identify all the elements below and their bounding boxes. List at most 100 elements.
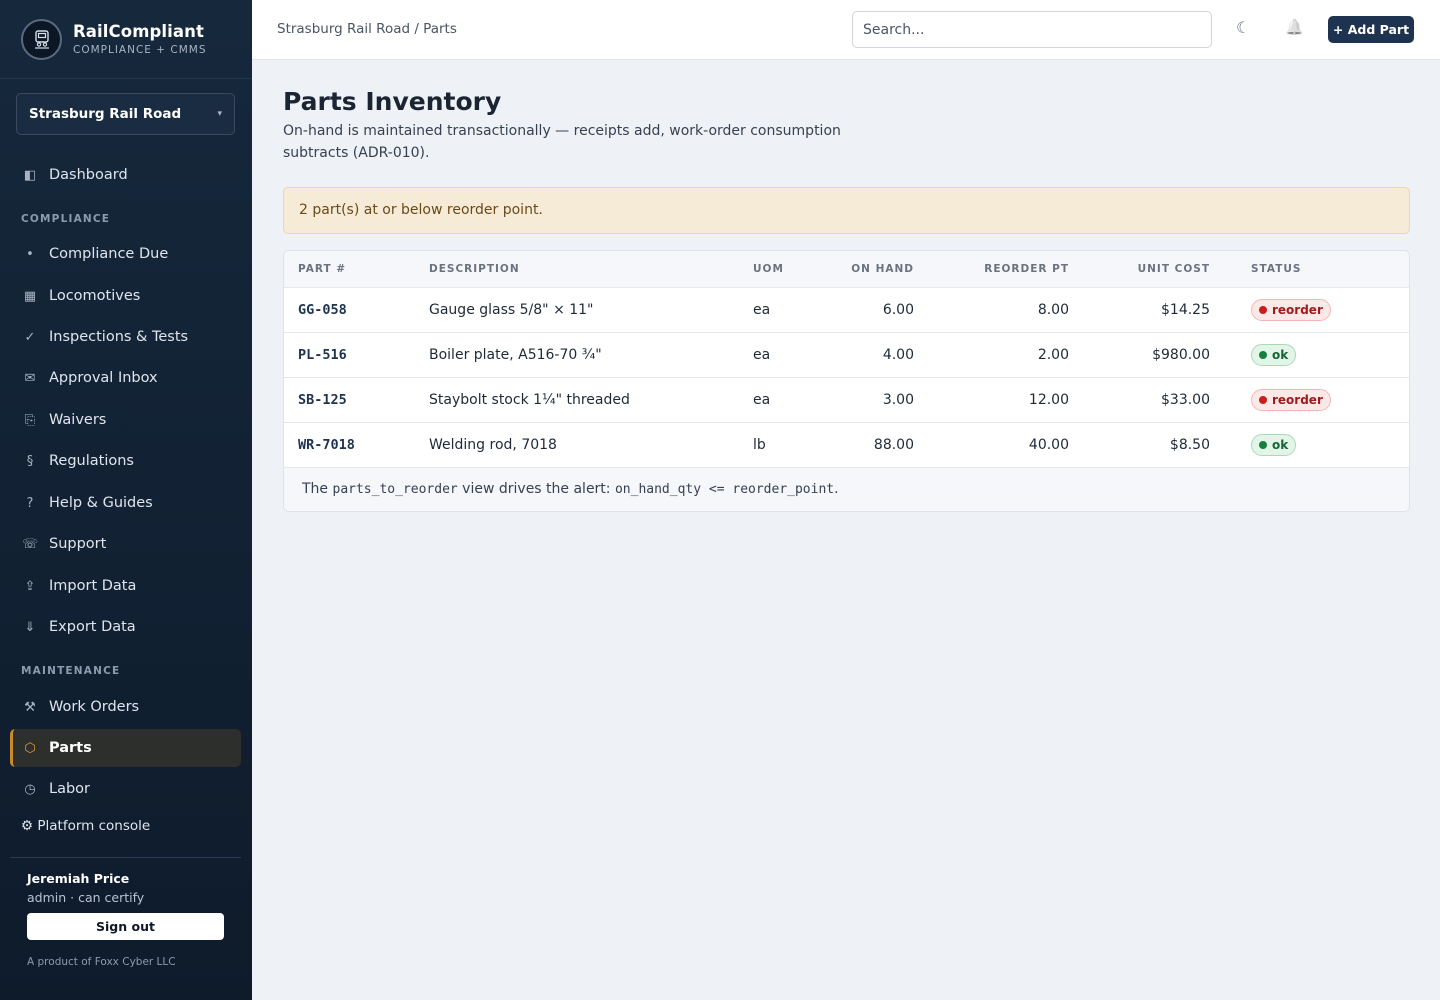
status-badge: ok	[1251, 433, 1297, 456]
status-badge: reorder	[1251, 388, 1331, 411]
nav-item-label: Compliance Due	[49, 246, 169, 262]
part-uom: ea	[739, 287, 819, 333]
part-on-hand: 88.00	[819, 422, 928, 468]
nav-item-compliance-due[interactable]: • Compliance Due	[10, 235, 241, 273]
status-dot-icon	[1259, 395, 1267, 404]
document-icon: ⎘	[24, 412, 36, 428]
nav-item-labor[interactable]: ◷ Labor	[10, 770, 241, 808]
status-label: ok	[1272, 437, 1289, 452]
nav-item-regulations[interactable]: § Regulations	[10, 442, 241, 480]
part-unit-cost: $33.00	[1083, 377, 1224, 423]
status-badge: ok	[1251, 343, 1297, 366]
sign-out-button[interactable]: Sign out	[27, 913, 224, 940]
part-reorder-point: 12.00	[928, 377, 1083, 423]
bell-icon[interactable]: 🔔	[1285, 18, 1304, 36]
column-header[interactable]: REORDER PT	[928, 251, 1083, 288]
nav-item-parts[interactable]: ⬡ Parts	[10, 729, 241, 767]
nav-item-label: Inspections & Tests	[49, 329, 189, 345]
user-panel: Jeremiah Price admin · can certify Sign …	[10, 857, 241, 968]
footer-text: .	[834, 480, 839, 497]
table-row[interactable]: PL-516 Boiler plate, A516-70 ¾" ea 4.00 …	[284, 332, 1409, 378]
column-header[interactable]: STATUS	[1224, 251, 1409, 288]
topbar: Strasburg Rail Road / Parts ☾ 🔔 + Add Pa…	[252, 0, 1440, 60]
part-on-hand: 6.00	[819, 287, 928, 333]
part-unit-cost: $8.50	[1083, 422, 1224, 468]
nav-item-support[interactable]: ☏ Support	[10, 525, 241, 563]
locomotive-emblem-icon	[21, 18, 62, 60]
column-header[interactable]: PART #	[284, 251, 415, 288]
nav-item-work-orders[interactable]: ⚒ Work Orders	[10, 688, 241, 726]
part-description: Boiler plate, A516-70 ¾"	[415, 332, 739, 378]
reorder-alert: 2 part(s) at or below reorder point.	[283, 187, 1410, 234]
parts-table-card: PART # DESCRIPTION UOM ON HAND REORDER P…	[283, 250, 1410, 512]
help-icon: ?	[26, 495, 34, 511]
product-note: A product of Foxx Cyber LLC	[27, 956, 176, 968]
upload-icon: ⇪	[24, 578, 36, 594]
search-input[interactable]	[852, 11, 1212, 48]
part-reorder-point: 40.00	[928, 422, 1083, 468]
nav-item-label: Labor	[49, 781, 91, 797]
part-unit-cost: $14.25	[1083, 287, 1224, 333]
part-number[interactable]: GG-058	[284, 287, 415, 333]
column-header[interactable]: UNIT COST	[1083, 251, 1224, 288]
nav-item-inspections[interactable]: ✓ Inspections & Tests	[10, 318, 241, 356]
part-description: Staybolt stock 1¼" threaded	[415, 377, 739, 423]
footer-text: The	[302, 480, 333, 497]
part-description: Welding rod, 7018	[415, 422, 739, 468]
part-uom: ea	[739, 332, 819, 378]
platform-console-link[interactable]: ⚙ Platform console	[21, 818, 150, 834]
brand-subtitle: COMPLIANCE + CMMS	[73, 44, 207, 56]
nav-section-maintenance: MAINTENANCE	[21, 665, 121, 677]
theme-toggle-icon[interactable]: ☾	[1236, 18, 1250, 37]
nav-item-label: Support	[49, 536, 107, 552]
parts-table: PART # DESCRIPTION UOM ON HAND REORDER P…	[284, 251, 1409, 468]
nav-item-label: Export Data	[49, 619, 136, 635]
table-header-row: PART # DESCRIPTION UOM ON HAND REORDER P…	[284, 251, 1409, 288]
view-name: parts_to_reorder	[332, 481, 458, 497]
download-icon: ⇓	[24, 619, 36, 635]
status-badge: reorder	[1251, 298, 1331, 321]
status-dot-icon	[1259, 440, 1267, 449]
nav-item-label: Import Data	[49, 578, 137, 594]
part-number[interactable]: WR-7018	[284, 422, 415, 468]
nav-item-approval-inbox[interactable]: ✉ Approval Inbox	[10, 359, 241, 397]
page-description: On-hand is maintained transactionally — …	[283, 123, 841, 161]
sidebar: RailCompliant COMPLIANCE + CMMS Strasbur…	[0, 0, 252, 1000]
table-row[interactable]: SB-125 Staybolt stock 1¼" threaded ea 3.…	[284, 377, 1409, 423]
part-unit-cost: $980.00	[1083, 332, 1224, 378]
dashboard-icon: ◧	[23, 167, 37, 183]
status-dot-icon	[1259, 350, 1267, 359]
brand[interactable]: RailCompliant COMPLIANCE + CMMS	[0, 0, 252, 79]
envelope-icon: ✉	[24, 370, 36, 386]
dot-icon: •	[26, 246, 34, 262]
part-description: Gauge glass 5/8" × 11"	[415, 287, 739, 333]
nav-item-export-data[interactable]: ⇓ Export Data	[10, 608, 241, 646]
footer-text: view drives the alert:	[457, 480, 615, 497]
table-footer-note: The parts_to_reorder view drives the ale…	[284, 467, 1409, 511]
table-row[interactable]: WR-7018 Welding rod, 7018 lb 88.00 40.00…	[284, 422, 1409, 468]
nav-item-label: Dashboard	[49, 167, 128, 183]
tools-icon: ⚒	[24, 699, 36, 715]
table-row[interactable]: GG-058 Gauge glass 5/8" × 11" ea 6.00 8.…	[284, 287, 1409, 333]
part-number[interactable]: SB-125	[284, 377, 415, 423]
column-header[interactable]: ON HAND	[819, 251, 928, 288]
nav-section-compliance: COMPLIANCE	[21, 213, 111, 225]
column-header[interactable]: DESCRIPTION	[415, 251, 739, 288]
page-title: Parts Inventory	[283, 87, 502, 116]
nav-item-label: Locomotives	[49, 288, 141, 304]
chevron-down-icon: ▾	[217, 109, 222, 119]
part-on-hand: 3.00	[819, 377, 928, 423]
nav-item-locomotives[interactable]: ▦ Locomotives	[10, 277, 241, 315]
nav-item-help[interactable]: ? Help & Guides	[10, 484, 241, 522]
organization-select[interactable]: Strasburg Rail Road ▾	[16, 93, 235, 135]
nav-item-dashboard[interactable]: ◧ Dashboard	[10, 156, 241, 194]
nav-item-import-data[interactable]: ⇪ Import Data	[10, 567, 241, 605]
column-header[interactable]: UOM	[739, 251, 819, 288]
add-part-button[interactable]: + Add Part	[1328, 16, 1414, 43]
nav-item-waivers[interactable]: ⎘ Waivers	[10, 401, 241, 439]
main-content: Parts Inventory On-hand is maintained tr…	[283, 60, 1410, 512]
breadcrumb[interactable]: Strasburg Rail Road / Parts	[277, 21, 457, 37]
hexagon-icon: ⬡	[24, 740, 36, 756]
check-icon: ✓	[24, 329, 36, 345]
part-number[interactable]: PL-516	[284, 332, 415, 378]
